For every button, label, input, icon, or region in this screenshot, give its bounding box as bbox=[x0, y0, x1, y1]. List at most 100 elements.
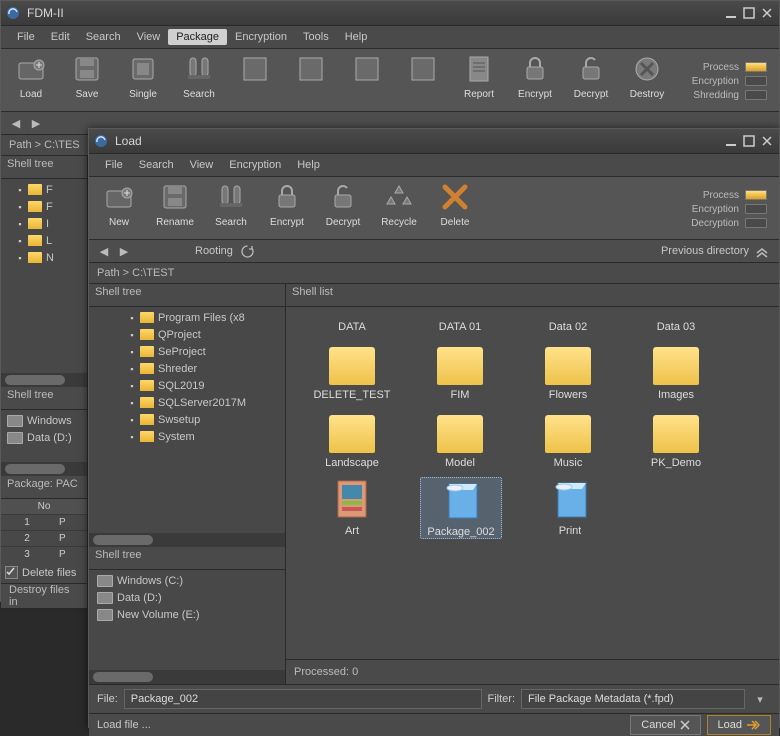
nav-forward-icon[interactable]: ▶ bbox=[27, 115, 45, 131]
list-item[interactable]: FIM bbox=[420, 341, 500, 401]
file-input[interactable] bbox=[124, 689, 482, 709]
minimize-icon[interactable] bbox=[723, 5, 739, 21]
list-item[interactable]: Art bbox=[312, 477, 392, 539]
tool-load[interactable]: Load bbox=[7, 51, 55, 111]
expander-icon[interactable]: ▪ bbox=[15, 185, 25, 195]
dlg-shell-tree-1[interactable]: ▪Program Files (x8▪QProject▪SeProject▪Sh… bbox=[89, 307, 285, 533]
shell-tree-1[interactable]: ▪F▪F▪I▪L▪N bbox=[1, 179, 87, 373]
expander-icon[interactable]: ▪ bbox=[127, 347, 137, 357]
shell-tree-2[interactable]: WindowsData (D:) bbox=[1, 410, 87, 462]
tree-item[interactable]: ▪SQLServer2017M bbox=[89, 394, 285, 411]
nav-forward-icon[interactable]: ▶ bbox=[115, 243, 133, 259]
tree-item[interactable]: New Volume (E:) bbox=[89, 606, 285, 623]
tree-item[interactable]: ▪F bbox=[1, 181, 87, 198]
menu-help[interactable]: Help bbox=[337, 29, 376, 45]
tree-item[interactable]: ▪Program Files (x8 bbox=[89, 309, 285, 326]
cancel-button[interactable]: Cancel bbox=[630, 715, 700, 735]
tree-item[interactable]: ▪I bbox=[1, 215, 87, 232]
expander-icon[interactable]: ▪ bbox=[127, 364, 137, 374]
tool-single[interactable]: Single bbox=[119, 51, 167, 111]
tree-item[interactable]: Windows (C:) bbox=[89, 572, 285, 589]
tool-new[interactable]: New bbox=[95, 179, 143, 239]
list-item[interactable]: Flowers bbox=[528, 341, 608, 401]
tree-item[interactable]: Windows bbox=[1, 412, 87, 429]
tool-encrypt[interactable]: Encrypt bbox=[511, 51, 559, 111]
list-item[interactable]: DELETE_TEST bbox=[312, 341, 392, 401]
tool-blank[interactable] bbox=[343, 51, 391, 111]
tree-item[interactable]: ▪System bbox=[89, 428, 285, 445]
maximize-icon[interactable] bbox=[741, 5, 757, 21]
tree-item[interactable]: ▪L bbox=[1, 232, 87, 249]
tree-item[interactable]: ▪Shreder bbox=[89, 360, 285, 377]
tool-encrypt[interactable]: Encrypt bbox=[263, 179, 311, 239]
nav-back-icon[interactable]: ◀ bbox=[7, 115, 25, 131]
list-item[interactable]: DATA 01 bbox=[420, 311, 500, 333]
table-row[interactable]: 2P bbox=[1, 530, 87, 546]
expander-icon[interactable]: ▪ bbox=[15, 253, 25, 263]
list-item[interactable]: Images bbox=[636, 341, 716, 401]
menu-package[interactable]: Package bbox=[168, 29, 227, 45]
refresh-icon[interactable] bbox=[239, 243, 257, 259]
menu-edit[interactable]: Edit bbox=[43, 29, 78, 45]
menu-view[interactable]: View bbox=[129, 29, 169, 45]
tree-item[interactable]: ▪SQL2019 bbox=[89, 377, 285, 394]
expander-icon[interactable]: ▪ bbox=[127, 381, 137, 391]
menu-tools[interactable]: Tools bbox=[295, 29, 337, 45]
tool-delete[interactable]: Delete bbox=[431, 179, 479, 239]
list-item[interactable]: Landscape bbox=[312, 409, 392, 469]
shell-list[interactable]: DATA DATA 01 Data 02 Data 03 DELETE_TEST FIM F… bbox=[286, 307, 779, 659]
list-item[interactable]: DATA bbox=[312, 311, 392, 333]
list-item[interactable]: Print bbox=[530, 477, 610, 539]
tool-report[interactable]: Report bbox=[455, 51, 503, 111]
list-item[interactable]: Music bbox=[528, 409, 608, 469]
list-item[interactable]: Model bbox=[420, 409, 500, 469]
list-item[interactable]: PK_Demo bbox=[636, 409, 716, 469]
tree-item[interactable]: ▪Swsetup bbox=[89, 411, 285, 428]
load-button[interactable]: Load bbox=[707, 715, 771, 735]
list-item[interactable]: Data 03 bbox=[636, 311, 716, 333]
list-item[interactable]: Package_002 bbox=[420, 477, 502, 539]
nav-back-icon[interactable]: ◀ bbox=[95, 243, 113, 259]
filter-select[interactable]: File Package Metadata (*.fpd) bbox=[521, 689, 745, 709]
tree-item[interactable]: ▪SeProject bbox=[89, 343, 285, 360]
table-row[interactable]: 3P bbox=[1, 546, 87, 562]
expander-icon[interactable]: ▪ bbox=[15, 236, 25, 246]
dlg-tree-1-scrollbar[interactable] bbox=[89, 533, 285, 547]
expander-icon[interactable]: ▪ bbox=[127, 313, 137, 323]
menu-search[interactable]: Search bbox=[131, 157, 182, 173]
rooting-label[interactable]: Rooting bbox=[195, 245, 233, 257]
tree-item[interactable]: Data (D:) bbox=[89, 589, 285, 606]
menu-view[interactable]: View bbox=[182, 157, 222, 173]
prev-dir-label[interactable]: Previous directory bbox=[661, 245, 749, 257]
tree-item[interactable]: ▪F bbox=[1, 198, 87, 215]
expander-icon[interactable]: ▪ bbox=[127, 432, 137, 442]
menu-search[interactable]: Search bbox=[78, 29, 129, 45]
chevron-up-icon[interactable] bbox=[753, 243, 771, 259]
expander-icon[interactable]: ▪ bbox=[127, 398, 137, 408]
tool-destroy[interactable]: Destroy bbox=[623, 51, 671, 111]
tool-search[interactable]: Search bbox=[207, 179, 255, 239]
tree-2-scrollbar[interactable] bbox=[1, 462, 87, 476]
expander-icon[interactable]: ▪ bbox=[15, 202, 25, 212]
dlg-shell-tree-2[interactable]: Windows (C:)Data (D:)New Volume (E:) bbox=[89, 570, 285, 670]
dlg-tree-2-scrollbar[interactable] bbox=[89, 670, 285, 684]
menu-file[interactable]: File bbox=[9, 29, 43, 45]
tool-search[interactable]: Search bbox=[175, 51, 223, 111]
tree-item[interactable]: Data (D:) bbox=[1, 429, 87, 446]
tool-decrypt[interactable]: Decrypt bbox=[319, 179, 367, 239]
tree-item[interactable]: ▪N bbox=[1, 249, 87, 266]
dialog-close-icon[interactable] bbox=[759, 133, 775, 149]
table-row[interactable]: 1P bbox=[1, 514, 87, 530]
tool-blank[interactable] bbox=[287, 51, 335, 111]
tool-rename[interactable]: Rename bbox=[151, 179, 199, 239]
menu-encryption[interactable]: Encryption bbox=[227, 29, 295, 45]
list-item[interactable]: Data 02 bbox=[528, 311, 608, 333]
tool-recycle[interactable]: Recycle bbox=[375, 179, 423, 239]
checkbox-icon[interactable] bbox=[5, 566, 18, 579]
expander-icon[interactable]: ▪ bbox=[127, 415, 137, 425]
expander-icon[interactable]: ▪ bbox=[127, 330, 137, 340]
delete-files-option[interactable]: Delete files bbox=[1, 562, 87, 583]
menu-file[interactable]: File bbox=[97, 157, 131, 173]
chevron-down-icon[interactable]: ▾ bbox=[751, 691, 769, 707]
tool-decrypt[interactable]: Decrypt bbox=[567, 51, 615, 111]
